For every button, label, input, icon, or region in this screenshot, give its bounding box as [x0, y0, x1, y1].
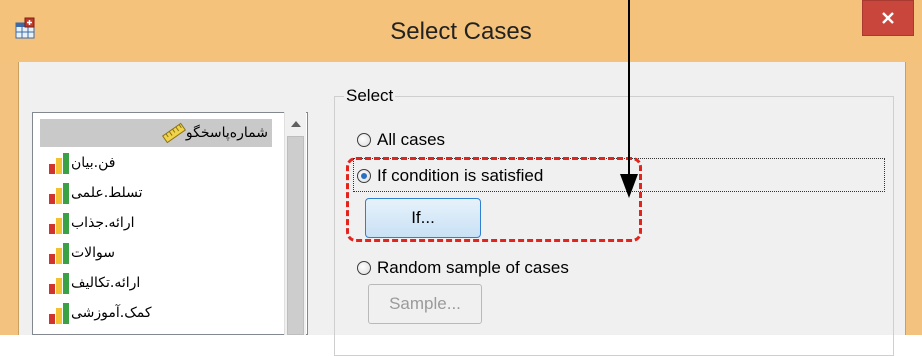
variable-label: ارائه.تکالیف	[71, 275, 141, 291]
variable-item[interactable]: شماره‌پاسخگو	[40, 119, 272, 147]
variable-label: سوالات	[71, 245, 116, 261]
close-icon	[882, 12, 894, 24]
sample-button[interactable]: Sample...	[368, 284, 482, 324]
dialog-window: Select Cases شماره‌پاسخگو	[0, 0, 922, 356]
ordinal-bar-icon	[49, 303, 69, 324]
variable-item[interactable]: ارائه.جذاب	[41, 209, 138, 237]
variable-list-scrollbar[interactable]	[284, 112, 306, 335]
ordinal-bar-icon	[49, 153, 69, 174]
variable-label: تسلط.علمی	[71, 185, 143, 201]
select-group-legend: Select	[344, 86, 396, 106]
variable-list[interactable]: شماره‌پاسخگو فن.بیان تسلط.علمی ارائه.جذا	[32, 112, 308, 335]
variable-label: فن.بیان	[71, 155, 116, 171]
variable-item[interactable]: کمک.آموزشی	[41, 299, 156, 327]
title-bar[interactable]: Select Cases	[0, 0, 922, 62]
radio-circle	[357, 261, 371, 275]
ordinal-bar-icon	[49, 273, 69, 294]
scroll-thumb[interactable]	[287, 136, 304, 335]
annotation-arrow-icon	[620, 0, 638, 198]
random-sample-radio[interactable]: Random sample of cases	[357, 258, 569, 278]
variable-item[interactable]: تسلط.علمی	[41, 179, 147, 207]
window-title: Select Cases	[390, 18, 532, 45]
variable-label: کمک.آموزشی	[71, 305, 152, 321]
all-cases-label: All cases	[377, 130, 446, 149]
ordinal-bar-icon	[49, 183, 69, 204]
radio-circle	[357, 133, 371, 147]
all-cases-radio[interactable]: All cases	[357, 130, 445, 150]
variable-item[interactable]: ارائه.تکالیف	[41, 269, 144, 297]
ordinal-bar-icon	[49, 213, 69, 234]
close-button[interactable]	[862, 0, 914, 36]
random-sample-label: Random sample of cases	[377, 258, 569, 277]
variable-item[interactable]: سوالات	[41, 239, 119, 267]
variable-item[interactable]: فن.بیان	[41, 149, 119, 177]
variable-label: شماره‌پاسخگو	[185, 125, 268, 141]
scroll-up-button[interactable]	[285, 114, 306, 134]
chevron-up-icon	[290, 121, 301, 127]
annotation-highlight-box	[346, 157, 642, 242]
variable-label: ارائه.جذاب	[71, 215, 135, 231]
ruler-scale-icon	[161, 122, 186, 144]
ordinal-bar-icon	[49, 243, 69, 264]
